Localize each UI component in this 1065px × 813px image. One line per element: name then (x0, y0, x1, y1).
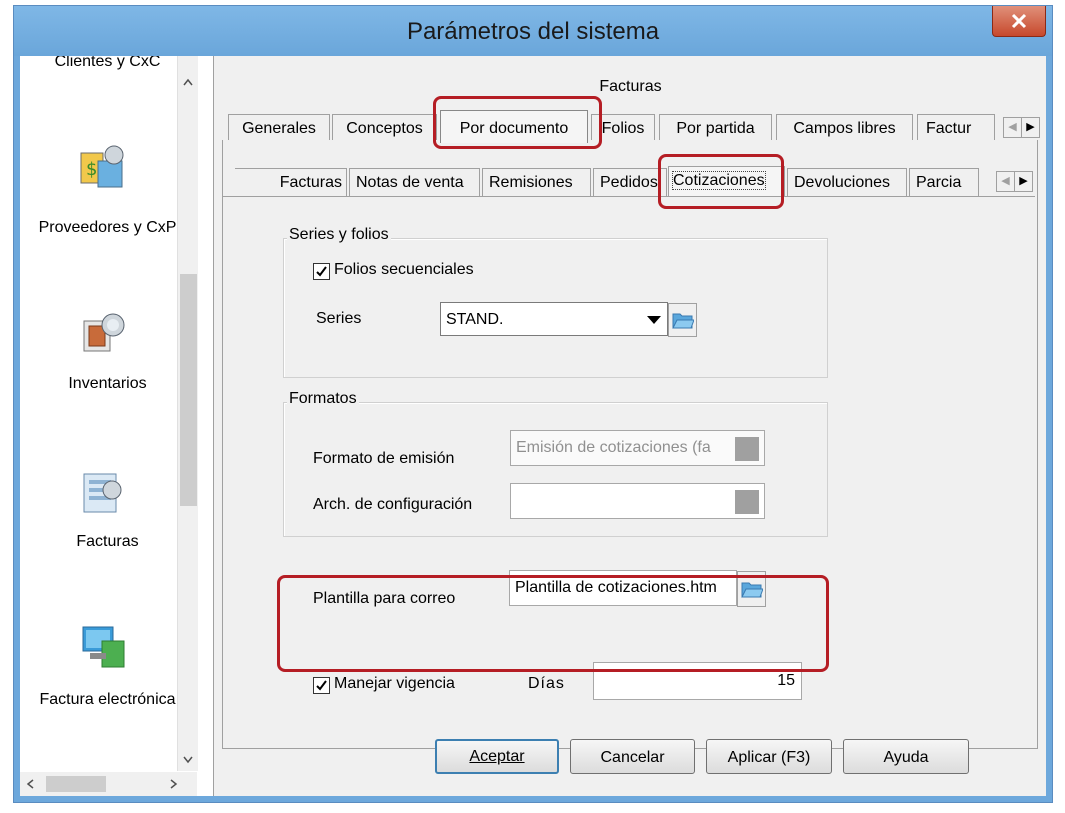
sidebar-item-label: Inventarios (68, 375, 147, 392)
left-arrow-icon: ◀ (1008, 121, 1017, 133)
section-title: Facturas (599, 78, 662, 95)
chevron-up-icon[interactable] (183, 78, 193, 86)
subtab-label: Notas de venta (356, 174, 464, 191)
series-select[interactable]: STAND. (440, 302, 668, 336)
button-label: Ayuda (883, 749, 929, 766)
close-icon (1011, 13, 1027, 29)
arch-configuracion-field[interactable] (510, 483, 765, 519)
subtab-label: Pedidos (600, 174, 658, 191)
tab-factur[interactable]: Factur (917, 114, 995, 142)
scrollbar-thumb[interactable] (180, 274, 197, 506)
inventory-icon (83, 313, 125, 352)
folios-secuenciales-checkbox[interactable] (313, 263, 330, 280)
sidebar-item-clientes[interactable]: Clientes y CxC (20, 56, 195, 71)
subtab-label: Parcia (916, 174, 962, 191)
folder-icon (672, 313, 694, 329)
subtab-remisiones[interactable]: Remisiones (482, 168, 591, 196)
dropdown-arrow-icon[interactable] (647, 316, 661, 325)
subtab-notas-de-venta[interactable]: Notas de venta (349, 168, 480, 196)
subtab-facturas[interactable]: Facturas (235, 168, 347, 196)
title-bar[interactable]: Parámetros del sistema (14, 6, 1052, 56)
sidebar-item-inventarios[interactable]: Inventarios (20, 374, 195, 393)
arch-configuracion-label: Arch. de configuración (313, 496, 473, 513)
subtabs-scroll-left-button[interactable]: ◀ (996, 171, 1015, 192)
tab-label: Factur (926, 120, 972, 137)
svg-text:$: $ (86, 159, 97, 180)
sidebar-item-factura-electronica[interactable]: Factura electrónica (20, 690, 195, 709)
aplicar-button[interactable]: Aplicar (F3) (706, 739, 832, 774)
sidebar-item-proveedores[interactable]: Proveedores y CxP (20, 218, 195, 237)
subtab-label: Remisiones (489, 174, 573, 191)
chevron-down-icon[interactable] (183, 756, 193, 764)
formato-emision-label: Formato de emisión (313, 450, 455, 467)
formatos-group-title: Formatos (287, 390, 359, 408)
subtab-parcialidades[interactable]: Parcia (909, 168, 979, 196)
subtab-devoluciones[interactable]: Devoluciones (787, 168, 907, 196)
sidebar-item-label: Clientes y CxC (54, 56, 161, 70)
manejar-vigencia-label: Manejar vigencia (334, 675, 455, 692)
formato-emision-value: Emisión de cotizaciones (fa (516, 439, 711, 456)
tab-generales[interactable]: Generales (228, 114, 330, 143)
chevron-left-icon[interactable] (26, 779, 34, 789)
main-panel: Facturas Generales Conceptos Por documen… (215, 56, 1046, 796)
tab-conceptos[interactable]: Conceptos (332, 114, 437, 143)
button-label: Cancelar (600, 749, 665, 766)
tabs-scroll-left-button[interactable]: ◀ (1003, 117, 1022, 138)
formato-emision-browse-button[interactable] (735, 437, 759, 461)
checkmark-icon (316, 266, 327, 277)
dias-label: Días (528, 675, 565, 692)
close-button[interactable] (992, 6, 1046, 37)
folios-secuenciales-label: Folios secuenciales (334, 261, 474, 278)
sidebar-item-label: Proveedores y CxP (38, 219, 177, 236)
subtab-label: Facturas (279, 174, 342, 191)
sidebar-item-label: Factura electrónica (39, 691, 176, 708)
tab-label: Conceptos (346, 120, 423, 137)
tabs-scroll-right-button[interactable]: ▶ (1021, 117, 1040, 138)
aceptar-button[interactable]: Aceptar (435, 739, 559, 774)
right-arrow-icon: ▶ (1019, 175, 1028, 187)
subtab-label: Devoluciones (794, 174, 891, 191)
left-arrow-icon: ◀ (1001, 175, 1010, 187)
subtab-pedidos[interactable]: Pedidos (593, 168, 667, 196)
series-folder-button[interactable] (668, 303, 697, 337)
subtab-strip-border (223, 196, 1035, 197)
sidebar-item-label: Facturas (76, 533, 139, 550)
series-label: Series (316, 310, 362, 327)
tab-label: Generales (242, 120, 316, 137)
window-title: Parámetros del sistema (406, 18, 660, 45)
manejar-vigencia-checkbox[interactable] (313, 677, 330, 694)
ayuda-button[interactable]: Ayuda (843, 739, 969, 774)
sidebar-vertical-scrollbar[interactable] (177, 56, 198, 771)
series-select-value: STAND. (446, 311, 504, 328)
tab-label: Folios (601, 120, 645, 137)
invoices-icon (83, 473, 122, 513)
sidebar-horizontal-scrollbar[interactable] (20, 772, 197, 796)
highlight-cotizaciones (658, 154, 784, 209)
tab-label: Por partida (676, 120, 755, 137)
tab-por-partida[interactable]: Por partida (659, 114, 772, 143)
cancelar-button[interactable]: Cancelar (570, 739, 695, 774)
suppliers-icon: $ (80, 145, 124, 188)
right-arrow-icon: ▶ (1026, 121, 1035, 133)
dialog-client-area: Clientes y CxC $ Proveedores y CxP Inven… (20, 56, 1046, 796)
checkmark-icon (316, 680, 327, 691)
highlight-vigencia (277, 575, 829, 672)
button-label: Aplicar (F3) (727, 749, 811, 766)
series-folios-group-title: Series y folios (287, 226, 391, 244)
highlight-por-documento (433, 96, 602, 149)
tab-label: Campos libres (793, 120, 896, 137)
subtabs-scroll-right-button[interactable]: ▶ (1014, 171, 1033, 192)
tab-campos-libres[interactable]: Campos libres (776, 114, 913, 143)
chevron-right-icon[interactable] (170, 779, 178, 789)
e-invoice-icon (82, 626, 125, 668)
scrollbar-thumb[interactable] (46, 776, 106, 792)
sidebar-item-facturas[interactable]: Facturas (20, 532, 195, 551)
arch-configuracion-browse-button[interactable] (735, 490, 759, 514)
button-label: Aceptar (469, 748, 525, 765)
dias-value: 15 (777, 672, 795, 689)
sidebar: Clientes y CxC $ Proveedores y CxP Inven… (20, 56, 214, 796)
formato-emision-field[interactable]: Emisión de cotizaciones (fa (510, 430, 765, 466)
